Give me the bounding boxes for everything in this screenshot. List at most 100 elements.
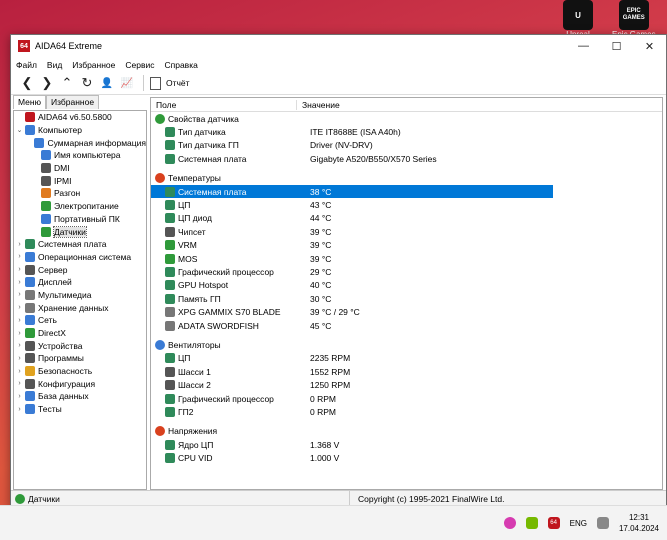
expand-toggle-icon[interactable]: › [15,317,24,324]
expand-toggle-icon[interactable]: ⌄ [15,126,24,134]
tree-item[interactable]: Датчики [14,225,146,238]
tab-menu[interactable]: Меню [13,95,46,109]
user-icon[interactable]: 👤 [97,74,117,92]
tree-item[interactable]: › Безопасность [14,365,146,378]
expand-toggle-icon[interactable]: › [15,291,24,298]
nvidia-icon[interactable] [525,517,538,529]
field-label: Графический процессор [178,266,274,277]
chart-icon[interactable]: 📈 [117,74,137,92]
tree-item[interactable]: › Дисплей [14,276,146,289]
table-row[interactable]: GPU Hotspot 40 °C [151,279,662,292]
menu-favorites[interactable]: Избранное [72,60,115,70]
tree-item[interactable]: › Системная плата [14,238,146,251]
table-row[interactable]: ЦП 2235 RPM [151,352,662,365]
table-row[interactable]: Графический процессор 29 °C [151,265,662,278]
tree-item-icon [25,302,35,313]
language-indicator[interactable]: ENG [570,519,587,528]
expand-toggle-icon[interactable]: › [15,330,24,337]
tree-item[interactable]: › Сервер [14,263,146,276]
tree-item[interactable]: › База данных [14,390,146,403]
table-row[interactable]: Чипсет 39 °C [151,225,662,238]
tree-item-icon [25,125,35,136]
table-row[interactable]: Тип датчика ГП Driver (NV-DRV) [151,139,662,152]
expand-toggle-icon[interactable]: › [15,304,24,311]
tree-item[interactable]: › Операционная система [14,251,146,264]
expand-toggle-icon[interactable]: › [15,380,24,387]
table-row[interactable]: ЦП 43 °C [151,198,662,211]
expand-toggle-icon[interactable]: › [15,355,24,362]
tree-item[interactable]: IPMI [14,174,146,187]
column-header-field[interactable]: Поле [151,99,297,110]
tree-item[interactable]: Портативный ПК [14,213,146,226]
menu-file[interactable]: Файл [16,60,37,70]
section-header[interactable]: Свойства датчика [151,112,662,125]
field-cell: MOS [151,253,305,264]
tree-item[interactable]: DMI [14,162,146,175]
refresh-icon[interactable]: ↻ [77,74,97,92]
tree-item-label: DirectX [38,328,66,339]
up-icon[interactable]: ⌃ [57,74,77,92]
minimize-button[interactable]: — [567,35,600,57]
table-row[interactable]: Шасси 2 1250 RPM [151,378,662,391]
table-row[interactable]: ЦП диод 44 °C [151,212,662,225]
tree-item[interactable]: › Программы [14,352,146,365]
tree-item[interactable]: › Тесты [14,403,146,416]
table-row[interactable]: ГП2 0 RPM [151,405,662,418]
field-label: Тип датчика ГП [178,140,239,151]
table-row[interactable]: ADATA SWORDFISH 45 °C [151,319,662,332]
tree-item[interactable]: › Мультимедиа [14,289,146,302]
report-button[interactable]: Отчёт [150,76,190,90]
section-icon [155,113,165,124]
title-bar[interactable]: 64 AIDA64 Extreme — ☐ ✕ [11,35,666,57]
table-row[interactable]: Системная плата Gigabyte A520/B550/X570 S… [151,152,662,165]
tree-item-label: Сервер [38,264,68,275]
table-row[interactable]: Графический процессор 0 RPM [151,392,662,405]
expand-toggle-icon[interactable]: › [15,253,24,260]
tree-item[interactable]: › DirectX [14,327,146,340]
tree-item[interactable]: Разгон [14,187,146,200]
table-row[interactable]: MOS 39 °C [151,252,662,265]
expand-toggle-icon[interactable]: › [15,266,24,273]
close-button[interactable]: ✕ [633,35,666,57]
table-row[interactable]: VRM 39 °C [151,239,662,252]
back-icon[interactable]: ❮ [17,74,37,92]
tree-item[interactable]: Электропитание [14,200,146,213]
sensor-icon [165,127,175,138]
network-icon[interactable] [596,517,609,529]
table-row[interactable]: Ядро ЦП 1.368 V [151,438,662,451]
value-cell: ITE IT8688E (ISA A40h) [310,127,401,138]
column-header-value[interactable]: Значение [297,100,340,110]
menu-view[interactable]: Вид [47,60,62,70]
table-row[interactable]: Память ГП 30 °C [151,292,662,305]
forward-icon[interactable]: ❯ [37,74,57,92]
clock[interactable]: 12:31 17.04.2024 [619,512,659,534]
expand-toggle-icon[interactable]: › [15,241,24,248]
expand-toggle-icon[interactable]: › [15,342,24,349]
tree-item[interactable]: ⌄ Компьютер [14,124,146,137]
tree-item[interactable]: › Конфигурация [14,377,146,390]
section-header[interactable]: Напряжения [151,425,662,438]
tray-app-icon[interactable] [503,517,516,529]
table-row[interactable]: Системная плата 38 °C [151,184,553,199]
section-header[interactable]: Температуры [151,172,662,185]
tree-item[interactable]: › Устройства [14,339,146,352]
expand-toggle-icon[interactable]: › [15,393,24,400]
tree-item[interactable]: › Сеть [14,314,146,327]
tree-item[interactable]: Имя компьютера [14,149,146,162]
table-row[interactable]: XPG GAMMIX S70 BLADE 39 °C / 29 °C [151,305,662,318]
expand-toggle-icon[interactable]: › [15,279,24,286]
section-header[interactable]: Вентиляторы [151,338,662,351]
maximize-button[interactable]: ☐ [600,35,633,57]
tree-item[interactable]: › Хранение данных [14,301,146,314]
expand-toggle-icon[interactable]: › [15,406,24,413]
tree-item[interactable]: Суммарная информация [14,136,146,149]
aida64-tray-icon[interactable]: 64 [547,517,560,529]
expand-toggle-icon[interactable]: › [15,368,24,375]
tab-favorites[interactable]: Избранное [45,95,100,109]
tree-item[interactable]: AIDA64 v6.50.5800 [14,111,146,124]
menu-service[interactable]: Сервис [125,60,154,70]
menu-help[interactable]: Справка [164,60,197,70]
table-row[interactable]: Шасси 1 1552 RPM [151,365,662,378]
table-row[interactable]: CPU VID 1.000 V [151,451,662,464]
table-row[interactable]: Тип датчика ITE IT8688E (ISA A40h) [151,125,662,138]
